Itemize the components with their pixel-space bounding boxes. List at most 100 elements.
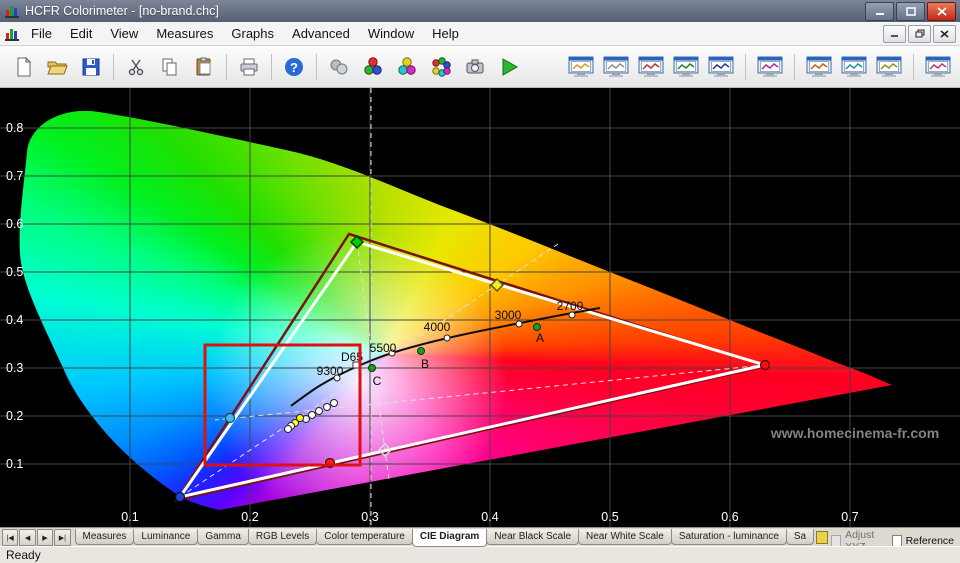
view-button-5[interactable]: [705, 51, 737, 83]
menu-measures[interactable]: Measures: [147, 23, 222, 44]
x-tick-label: 0.2: [241, 510, 258, 524]
menu-graphs[interactable]: Graphs: [222, 23, 283, 44]
tab-sa[interactable]: Sa: [786, 529, 814, 545]
view-button-4[interactable]: [670, 51, 702, 83]
mdi-restore-button[interactable]: [908, 25, 931, 43]
toolbar-separator: [316, 54, 317, 80]
new-document-button[interactable]: [6, 51, 40, 83]
paste-button[interactable]: [187, 51, 221, 83]
color-marker: [176, 493, 185, 502]
tab-near-white-scale[interactable]: Near White Scale: [578, 529, 672, 545]
color-marker: [761, 361, 770, 370]
measure-all-colors-button[interactable]: [424, 51, 458, 83]
tab-near-black-scale[interactable]: Near Black Scale: [486, 529, 579, 545]
document-icon: [4, 26, 20, 42]
menu-edit[interactable]: Edit: [61, 23, 101, 44]
sensor-config-button[interactable]: [322, 51, 356, 83]
measure-primaries-button[interactable]: [356, 51, 390, 83]
maximize-button[interactable]: [896, 2, 925, 21]
locus-label: 5500: [370, 341, 397, 355]
locus-label: A: [536, 331, 544, 345]
camera-icon: [464, 56, 486, 78]
tab-gamma[interactable]: Gamma: [197, 529, 249, 545]
open-folder-icon: [46, 56, 68, 78]
view-button-6[interactable]: [754, 51, 786, 83]
mdi-minimize-button[interactable]: [883, 25, 906, 43]
paste-icon: [193, 56, 215, 78]
measured-gamut-triangle: [177, 234, 766, 500]
x-tick-label: 0.3: [361, 510, 378, 524]
locus-label: 2700: [557, 299, 584, 313]
tab-strip: MeasuresLuminanceGammaRGB LevelsColor te…: [75, 529, 814, 547]
rgb-balls-icon: [362, 56, 384, 78]
monitor-chart-icon: [603, 56, 629, 78]
copy-button[interactable]: [153, 51, 187, 83]
menu-advanced[interactable]: Advanced: [283, 23, 359, 44]
play-icon: [498, 56, 520, 78]
tab-scroll-last-button[interactable]: ▶|: [54, 529, 70, 546]
tab-saturation-luminance[interactable]: Saturation - luminance: [671, 529, 787, 545]
tab-luminance[interactable]: Luminance: [133, 529, 198, 545]
y-tick-label: 0.2: [6, 409, 23, 423]
tab-scroll-right-button[interactable]: ▶: [37, 529, 53, 546]
measure-point: [316, 408, 323, 415]
window-title: HCFR Colorimeter - [no-brand.chc]: [25, 4, 865, 18]
locus-label: 3000: [495, 308, 522, 322]
toolbar: ?: [0, 46, 960, 88]
save-button[interactable]: [74, 51, 108, 83]
measure-point: [331, 400, 338, 407]
y-tick-label: 0.6: [6, 217, 23, 231]
monitor-chart-icon: [841, 56, 867, 78]
new-document-icon: [12, 56, 34, 78]
snapshot-button[interactable]: [458, 51, 492, 83]
reference-gamut-triangle: [180, 242, 765, 497]
illuminant-point: [534, 324, 541, 331]
tab-scroll-first-button[interactable]: |◀: [2, 529, 18, 546]
y-tick-label: 0.8: [6, 121, 23, 135]
tab-scroll-left-button[interactable]: ◀: [19, 529, 35, 546]
print-button[interactable]: [232, 51, 266, 83]
menu-window[interactable]: Window: [359, 23, 423, 44]
mdi-close-button[interactable]: [933, 25, 956, 43]
monitor-chart-icon: [673, 56, 699, 78]
run-measures-button[interactable]: [492, 51, 526, 83]
view-button-1[interactable]: [565, 51, 597, 83]
minimize-button[interactable]: [865, 2, 894, 21]
tab-cie-diagram[interactable]: CIE Diagram: [412, 529, 487, 547]
svg-text:?: ?: [290, 60, 298, 75]
tab-color-temperature[interactable]: Color temperature: [316, 529, 413, 545]
color-cluster-icon: [430, 56, 452, 78]
view-button-2[interactable]: [600, 51, 632, 83]
view-button-7[interactable]: [803, 51, 835, 83]
view-button-8[interactable]: [838, 51, 870, 83]
locus-label: 9300: [317, 364, 344, 378]
cie-diagram-view: 0.10.20.30.40.50.60.70.80.70.60.50.40.30…: [0, 88, 960, 527]
view-button-9[interactable]: [873, 51, 905, 83]
cut-button[interactable]: [119, 51, 153, 83]
tab-measures[interactable]: Measures: [75, 529, 135, 545]
open-file-button[interactable]: [40, 51, 74, 83]
locus-label: C: [373, 374, 382, 388]
y-tick-label: 0.4: [6, 313, 23, 327]
close-button[interactable]: [927, 2, 956, 21]
locus-label: 4000: [424, 320, 451, 334]
tab-rgb-levels[interactable]: RGB Levels: [248, 529, 317, 545]
x-tick-label: 0.7: [841, 510, 858, 524]
watermark-text: www.homecinema-fr.com: [770, 425, 939, 441]
app-icon: [4, 3, 20, 19]
measure-secondaries-button[interactable]: [390, 51, 424, 83]
y-tick-label: 0.5: [6, 265, 23, 279]
view-button-10[interactable]: [922, 51, 954, 83]
help-button[interactable]: ?: [277, 51, 311, 83]
app-window: HCFR Colorimeter - [no-brand.chc] FileEd…: [0, 0, 960, 563]
x-tick-label: 0.4: [481, 510, 498, 524]
menu-view[interactable]: View: [101, 23, 147, 44]
menu-help[interactable]: Help: [423, 23, 468, 44]
cie-overlay: 0.10.20.30.40.50.60.70.80.70.60.50.40.30…: [0, 88, 960, 527]
monitor-chart-icon: [638, 56, 664, 78]
menu-file[interactable]: File: [22, 23, 61, 44]
status-text: Ready: [6, 548, 41, 562]
save-icon: [80, 56, 102, 78]
view-button-3[interactable]: [635, 51, 667, 83]
locus-label: B: [421, 357, 429, 371]
